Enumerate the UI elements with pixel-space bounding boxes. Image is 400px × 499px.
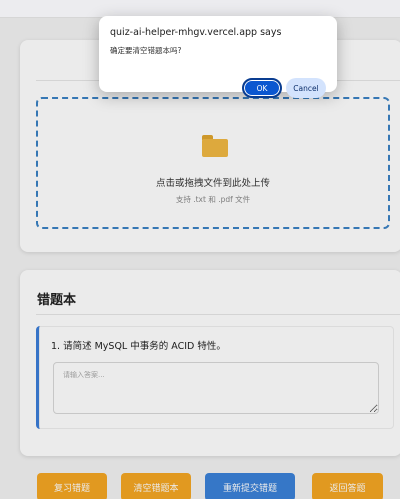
- cancel-button[interactable]: Cancel: [286, 78, 326, 98]
- dialog-title: quiz-ai-helper-mhgv.vercel.app says: [110, 27, 282, 38]
- dialog-message: 确定要清空错题本吗?: [110, 46, 182, 55]
- ok-button[interactable]: OK: [242, 78, 282, 98]
- confirm-dialog: quiz-ai-helper-mhgv.vercel.app says 确定要清…: [99, 16, 337, 98]
